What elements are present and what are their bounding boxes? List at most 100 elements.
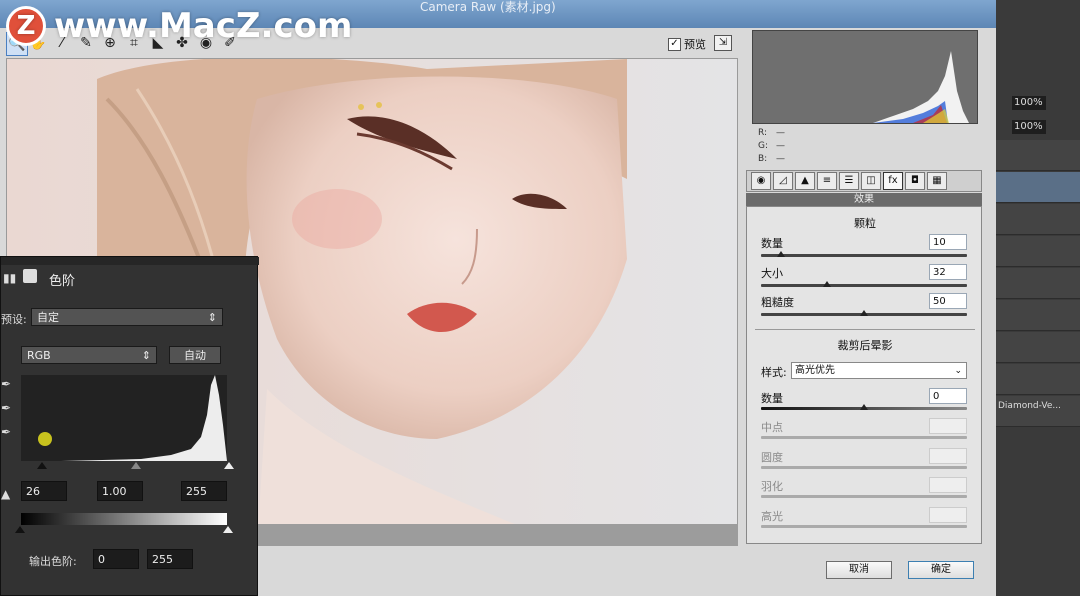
split-toning-tab-icon[interactable]: ☰	[839, 172, 859, 190]
b-label: B:	[758, 154, 768, 164]
highlights-field	[929, 507, 967, 523]
vignette-style-select[interactable]: 高光优先 ⌄	[791, 362, 967, 379]
section-divider	[755, 329, 975, 330]
roundness-label: 圆度	[761, 451, 783, 464]
channel-value: RGB	[27, 349, 51, 362]
grain-size-slider[interactable]	[761, 284, 967, 287]
grain-size-label: 大小	[761, 267, 783, 280]
input-gamma-slider[interactable]	[131, 462, 141, 469]
watermark: Z www.MacZ.com	[6, 6, 352, 46]
dropdown-arrow-icon: ⇕	[141, 349, 151, 362]
levels-panel-tabs	[1, 257, 259, 265]
grain-size-field[interactable]: 32	[929, 264, 967, 280]
layer-row[interactable]	[996, 140, 1080, 171]
grain-roughness-label: 粗糙度	[761, 296, 794, 309]
detail-tab-icon[interactable]: ▲	[795, 172, 815, 190]
grain-size-thumb[interactable]	[823, 281, 831, 287]
grain-amount-field[interactable]: 10	[929, 234, 967, 250]
presets-tab-icon[interactable]: ▦	[927, 172, 947, 190]
layer-row-selected[interactable]	[996, 172, 1080, 203]
g-label: G:	[758, 141, 769, 151]
grain-amount-thumb[interactable]	[777, 251, 785, 257]
channel-select[interactable]: RGB ⇕	[21, 346, 157, 364]
black-eyedropper-icon[interactable]: ✒	[1, 377, 11, 391]
layer-row[interactable]	[996, 300, 1080, 331]
tone-curve-tab-icon[interactable]: ◿	[773, 172, 793, 190]
vignette-amount-thumb[interactable]	[860, 404, 868, 410]
histogram	[752, 30, 978, 124]
layer-row[interactable]	[996, 268, 1080, 299]
feather-slider	[761, 495, 967, 498]
input-gamma-field[interactable]: 1.00	[97, 481, 143, 501]
grain-roughness-thumb[interactable]	[860, 310, 868, 316]
zoom-field-2[interactable]: 100%	[1012, 120, 1046, 134]
midpoint-label: 中点	[761, 421, 783, 434]
basic-tab-icon[interactable]: ◉	[751, 172, 771, 190]
output-white-slider[interactable]	[223, 526, 233, 533]
input-white-slider[interactable]	[224, 462, 234, 469]
layer-row[interactable]	[996, 364, 1080, 395]
preview-label: 预览	[684, 38, 706, 51]
preview-checkbox-box[interactable]: ✓	[668, 37, 681, 51]
lens-tab-icon[interactable]: ◫	[861, 172, 881, 190]
effects-settings: 颗粒 数量 10 大小 32 粗糙度 50 裁剪后晕影 样式: 高光优先 ⌄ 数…	[746, 206, 982, 544]
preset-value: 自定	[37, 311, 59, 324]
input-black-field[interactable]: 26	[21, 481, 67, 501]
output-gradient	[21, 513, 227, 525]
preset-select[interactable]: 自定 ⇕	[31, 308, 223, 326]
auto-button[interactable]: 自动	[169, 346, 221, 364]
effects-tab-icon[interactable]: fx	[883, 172, 903, 190]
vignette-style-label: 样式:	[761, 366, 787, 379]
vignette-amount-field[interactable]: 0	[929, 388, 967, 404]
roundness-slider	[761, 466, 967, 469]
histogram-graph	[873, 51, 969, 123]
preset-label: 预设:	[1, 313, 27, 326]
grain-amount-slider[interactable]	[761, 254, 967, 257]
panel-header: 效果	[746, 193, 982, 206]
mask-icon	[23, 269, 37, 283]
input-black-slider[interactable]	[37, 462, 47, 469]
g-value: —	[776, 141, 785, 151]
r-label: R:	[758, 128, 768, 138]
feather-label: 羽化	[761, 480, 783, 493]
output-white-field[interactable]: 255	[147, 549, 193, 569]
grain-roughness-field[interactable]: 50	[929, 293, 967, 309]
output-black-field[interactable]: 0	[93, 549, 139, 569]
cursor-indicator	[38, 432, 52, 446]
layer-row[interactable]	[996, 204, 1080, 235]
camera-calibration-tab-icon[interactable]: ◘	[905, 172, 925, 190]
levels-title: 色阶	[49, 274, 76, 289]
levels-histogram-graph	[38, 375, 227, 461]
r-value: —	[776, 128, 785, 138]
dropdown-arrow-icon: ⇕	[207, 311, 217, 324]
ok-button[interactable]: 确定	[908, 561, 974, 579]
white-eyedropper-icon[interactable]: ✒	[1, 425, 11, 439]
layer-row[interactable]	[996, 332, 1080, 363]
layer-row[interactable]	[996, 236, 1080, 267]
hsl-tab-icon[interactable]: ≡	[817, 172, 837, 190]
gray-eyedropper-icon[interactable]: ✒	[1, 401, 11, 415]
layer-name[interactable]: Diamond-Ve...	[996, 396, 1080, 427]
image-status-bar	[258, 524, 738, 546]
fullscreen-toggle-icon[interactable]: ⇲	[714, 35, 732, 51]
watermark-logo: Z	[6, 6, 46, 46]
vignette-amount-label: 数量	[761, 392, 783, 405]
window-title: Camera Raw (素材.jpg)	[420, 0, 556, 14]
cancel-button[interactable]: 取消	[826, 561, 892, 579]
roundness-field	[929, 448, 967, 464]
output-levels-label: 输出色阶:	[29, 555, 77, 568]
grain-amount-label: 数量	[761, 237, 783, 250]
zoom-field-1[interactable]: 100%	[1012, 96, 1046, 110]
vignette-title: 裁剪后晕影	[837, 339, 893, 352]
chevron-down-icon: ⌄	[954, 366, 962, 376]
input-white-field[interactable]: 255	[181, 481, 227, 501]
rgb-readout: R: — G: — B: —	[752, 126, 978, 166]
preview-checkbox[interactable]: ✓ 预览	[668, 36, 706, 52]
grain-title: 颗粒	[854, 217, 876, 230]
panel-tabs: ◉ ◿ ▲ ≡ ☰ ◫ fx ◘ ▦	[746, 170, 982, 192]
midpoint-slider	[761, 436, 967, 439]
highlights-slider	[761, 525, 967, 528]
watermark-text: www.MacZ.com	[54, 6, 353, 46]
output-black-slider[interactable]	[15, 526, 25, 533]
levels-panel: ▮▮ 色阶 预设: 自定 ⇕ RGB ⇕ 自动 ✒ ✒ ✒ ▲ 26 1.00 …	[0, 256, 259, 596]
